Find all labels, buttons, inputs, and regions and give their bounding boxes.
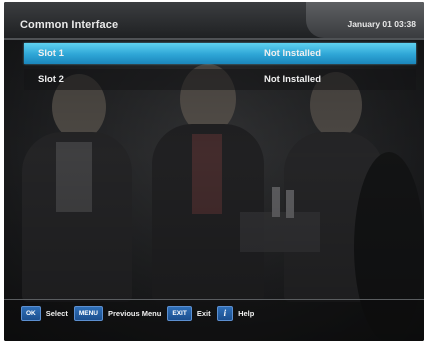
slot-row-1[interactable]: Slot 1 Not Installed xyxy=(24,43,416,64)
slot-list: Slot 1 Not Installed Slot 2 Not Installe… xyxy=(24,43,416,95)
slot-row-2[interactable]: Slot 2 Not Installed xyxy=(24,69,416,90)
info-key-icon[interactable]: i xyxy=(216,306,234,321)
hint-help: Help xyxy=(238,309,255,318)
date-time: January 01 03:38 xyxy=(347,19,416,29)
key-hints: OK Select MENU Previous Menu EXIT Exit i… xyxy=(21,306,260,321)
hint-previous-menu: Previous Menu xyxy=(108,309,162,318)
hint-select: Select xyxy=(45,309,68,318)
header-divider xyxy=(4,38,424,40)
hint-exit: Exit xyxy=(196,309,211,318)
page-title: Common Interface xyxy=(20,19,119,31)
title-bar: Common Interface January 01 03:38 xyxy=(4,2,424,38)
osd-screen: Common Interface January 01 03:38 Slot 1… xyxy=(4,2,424,341)
slot-name: Slot 1 xyxy=(38,48,64,59)
ok-key-icon[interactable]: OK xyxy=(21,306,41,321)
menu-key-icon[interactable]: MENU xyxy=(73,306,103,321)
slot-status: Not Installed xyxy=(264,48,322,59)
slot-name: Slot 2 xyxy=(38,74,64,85)
slot-status: Not Installed xyxy=(264,74,322,85)
exit-key-icon[interactable]: EXIT xyxy=(167,306,192,321)
